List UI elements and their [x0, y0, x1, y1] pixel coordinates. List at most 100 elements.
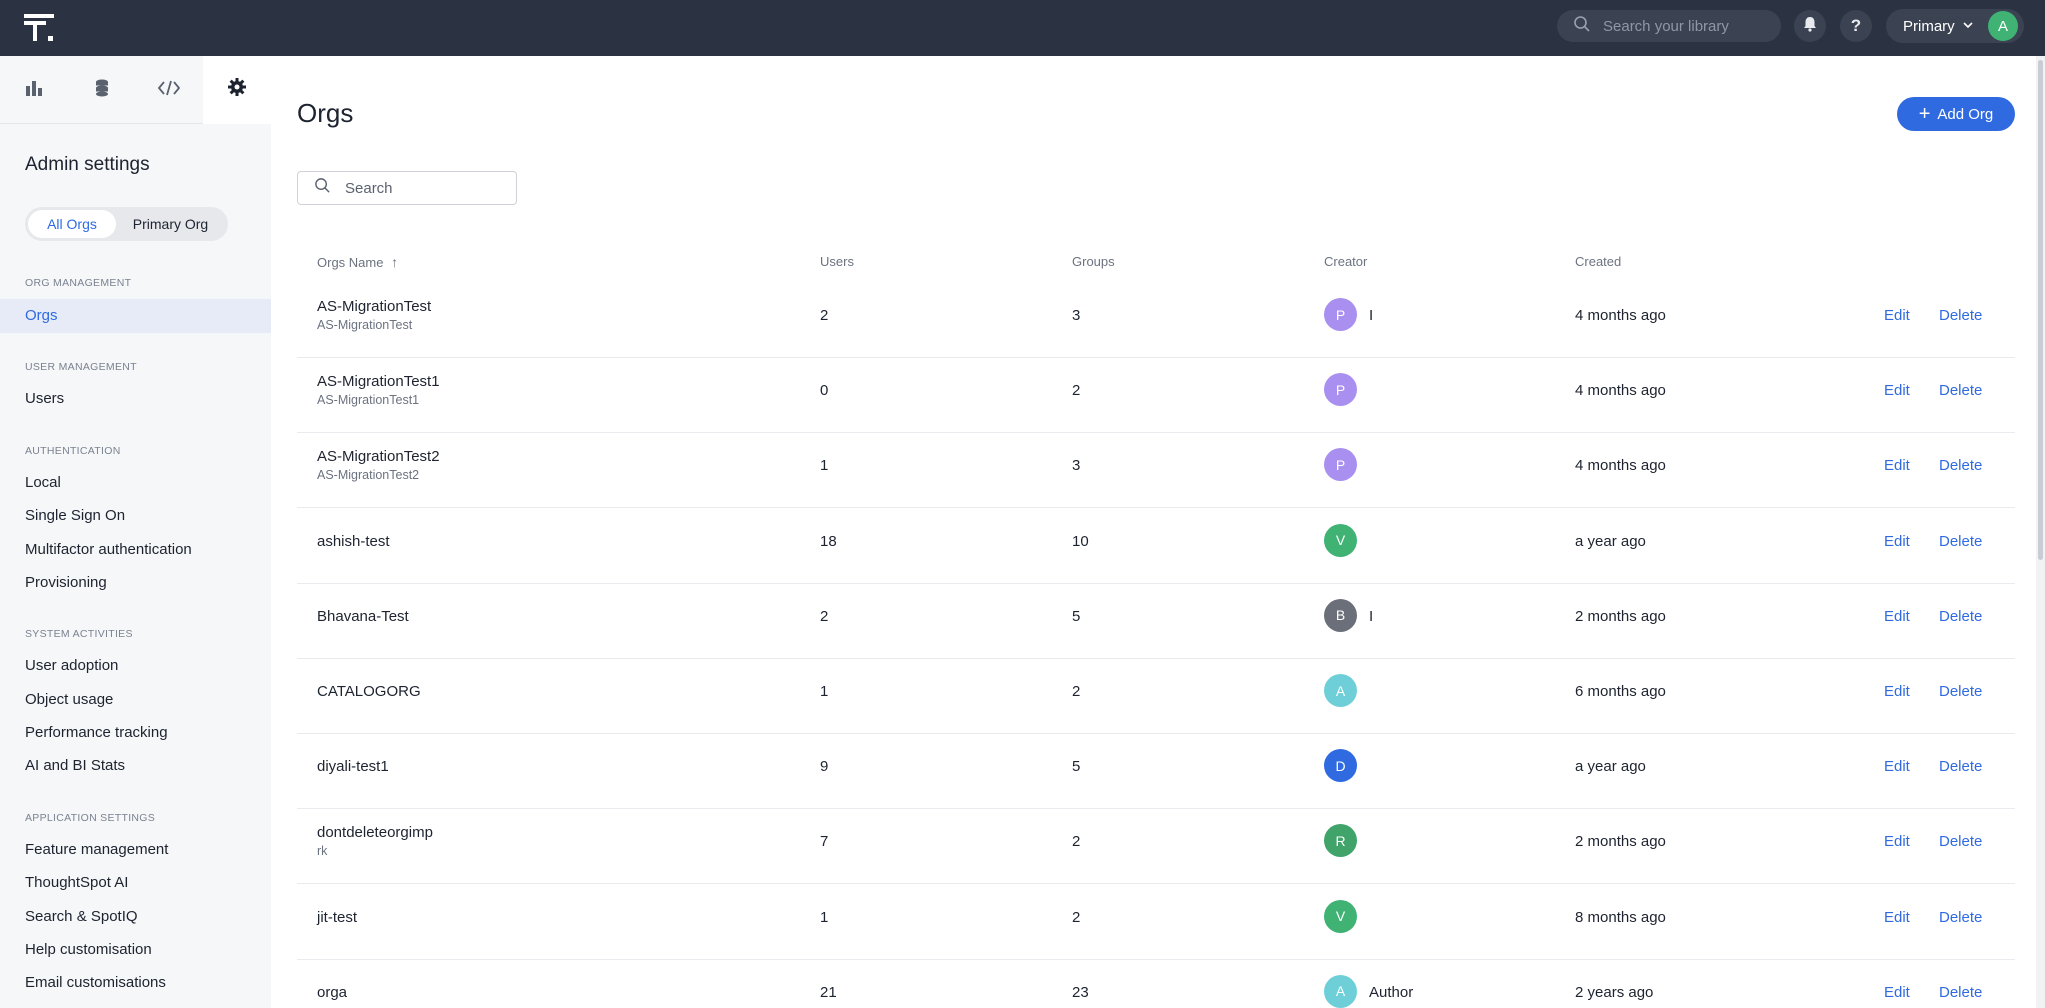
edit-org-link[interactable]: Edit [1884, 909, 1910, 926]
table-row: AS-MigrationTest2 AS-MigrationTest2 1 3 P 4 m… [297, 433, 2015, 509]
org-created: a year ago [1575, 532, 1646, 550]
creator-avatar: B [1324, 598, 1357, 632]
sidebar-item-local[interactable]: Local [25, 474, 61, 491]
edit-org-link[interactable]: Edit [1884, 758, 1910, 775]
delete-org-link[interactable]: Delete [1939, 909, 1982, 926]
org-created: 6 months ago [1575, 683, 1666, 700]
user-avatar[interactable]: A [1988, 11, 2018, 41]
edit-org-link[interactable]: Edit [1884, 833, 1910, 850]
sidebar-item-orgs[interactable]: Orgs [25, 307, 58, 324]
delete-org-link[interactable]: Delete [1939, 758, 1982, 775]
app-window: Search your library ? Primary A Admin se… [0, 0, 2045, 1008]
all-orgs-option[interactable]: All Orgs [28, 210, 116, 238]
notifications-button[interactable] [1794, 10, 1826, 42]
creator-avatar: D [1324, 749, 1357, 783]
org-users-count: 7 [820, 833, 829, 851]
table-row: CATALOGORG 1 2 A 6 months ago Edit Delete [297, 659, 2015, 734]
thoughtspot-logo[interactable] [24, 12, 56, 44]
org-created: 2 months ago [1575, 607, 1666, 625]
org-name[interactable]: Bhavana-Test [317, 608, 409, 625]
library-search-placeholder: Search your library [1603, 17, 1729, 35]
org-users-count: 1 [820, 908, 829, 926]
column-header-created[interactable]: Created [1575, 254, 1621, 269]
sidebar-item-mfa[interactable]: Multifactor authentication [25, 541, 192, 558]
delete-org-link[interactable]: Delete [1939, 608, 1982, 625]
edit-org-link[interactable]: Edit [1884, 307, 1910, 324]
org-groups-count: 10 [1072, 532, 1089, 550]
column-header-groups[interactable]: Groups [1072, 254, 1115, 269]
edit-org-link[interactable]: Edit [1884, 984, 1910, 1001]
primary-org-option[interactable]: Primary Org [116, 210, 225, 238]
edit-org-link[interactable]: Edit [1884, 683, 1910, 700]
plus-icon: + [1918, 103, 1931, 125]
add-org-button[interactable]: + Add Org [1897, 97, 2015, 131]
creator-avatar: A [1324, 974, 1357, 1008]
column-header-name[interactable]: Orgs Name ↑ [317, 254, 398, 270]
table-row: ashish-test 18 10 Va year ago Edit Delete [297, 509, 2015, 584]
tab-develop[interactable] [136, 56, 204, 124]
tab-admin[interactable] [203, 56, 271, 124]
creator-avatar: V [1324, 899, 1357, 933]
sidebar-item-thoughtspot-ai[interactable]: ThoughtSpot AI [25, 874, 128, 891]
tab-analytics[interactable] [0, 56, 68, 124]
org-search-input[interactable]: Search [297, 171, 517, 205]
section-system-activities: SYSTEM ACTIVITIES [25, 628, 133, 640]
org-name[interactable]: orga [317, 984, 347, 1001]
org-name[interactable]: AS-MigrationTest2 [317, 448, 440, 465]
edit-org-link[interactable]: Edit [1884, 608, 1910, 625]
delete-org-link[interactable]: Delete [1939, 307, 1982, 324]
org-name[interactable]: dontdeleteorgimp [317, 824, 433, 841]
sidebar-item-object-usage[interactable]: Object usage [25, 691, 113, 708]
sidebar-item-sso[interactable]: Single Sign On [25, 507, 125, 524]
org-switcher-label: Primary [1903, 17, 1955, 35]
delete-org-link[interactable]: Delete [1939, 457, 1982, 474]
help-button[interactable]: ? [1840, 10, 1872, 42]
table-row: jit-test 1 2 V 8 months ago Edit Delete [297, 885, 2015, 960]
sidebar-item-email-customisations[interactable]: Email customisations [25, 974, 166, 991]
sidebar-item-search-spotiq[interactable]: Search & SpotIQ [25, 908, 138, 925]
page-scrollbar[interactable] [2036, 56, 2045, 1008]
delete-org-link[interactable]: Delete [1939, 833, 1982, 850]
table-row: Bhavana-Test 2 5 B I 2 months ago Edit Delete [297, 584, 2015, 659]
gear-icon [227, 77, 247, 102]
sidebar-item-ai-bi-stats[interactable]: AI and BI Stats [25, 757, 125, 774]
delete-org-link[interactable]: Delete [1939, 533, 1982, 550]
delete-org-link[interactable]: Delete [1939, 382, 1982, 399]
creator-avatar: P [1324, 373, 1357, 407]
org-name[interactable]: AS-MigrationTest1 [317, 373, 440, 390]
sidebar-item-performance-tracking[interactable]: Performance tracking [25, 724, 168, 741]
tab-data[interactable] [68, 56, 136, 124]
org-name[interactable]: jit-test [317, 909, 357, 926]
sidebar-item-provisioning[interactable]: Provisioning [25, 574, 107, 591]
column-header-creator[interactable]: Creator [1324, 254, 1367, 269]
org-created: 8 months ago [1575, 908, 1666, 926]
org-name[interactable]: ashish-test [317, 533, 390, 550]
library-search-input[interactable]: Search your library [1557, 10, 1781, 42]
org-groups-count: 2 [1072, 908, 1081, 926]
delete-org-link[interactable]: Delete [1939, 984, 1982, 1001]
edit-org-link[interactable]: Edit [1884, 457, 1910, 474]
column-header-users[interactable]: Users [820, 254, 854, 269]
sidebar-item-help-customisation[interactable]: Help customisation [25, 941, 152, 958]
sidebar-item-user-adoption[interactable]: User adoption [25, 657, 118, 674]
delete-org-link[interactable]: Delete [1939, 683, 1982, 700]
org-name[interactable]: AS-MigrationTest [317, 298, 431, 315]
sidebar-item-feature-management[interactable]: Feature management [25, 841, 168, 858]
edit-org-link[interactable]: Edit [1884, 382, 1910, 399]
top-bar: Search your library ? Primary A [0, 0, 2045, 56]
edit-org-link[interactable]: Edit [1884, 533, 1910, 550]
creator-name: I [1369, 307, 1374, 324]
org-name[interactable]: CATALOGORG [317, 683, 421, 700]
chevron-down-icon [1963, 20, 1973, 32]
org-created: 4 months ago [1575, 307, 1666, 324]
scrollbar-thumb[interactable] [2038, 60, 2043, 560]
code-icon [158, 79, 181, 102]
org-scope-toggle: All Orgs Primary Org [25, 207, 228, 241]
org-description: AS-MigrationTest [317, 318, 413, 332]
org-users-count: 1 [820, 457, 829, 475]
org-groups-count: 5 [1072, 758, 1081, 776]
creator-avatar: P [1324, 298, 1357, 331]
org-users-count: 0 [820, 382, 829, 400]
sidebar-item-users[interactable]: Users [25, 390, 64, 407]
org-name[interactable]: diyali-test1 [317, 758, 389, 775]
